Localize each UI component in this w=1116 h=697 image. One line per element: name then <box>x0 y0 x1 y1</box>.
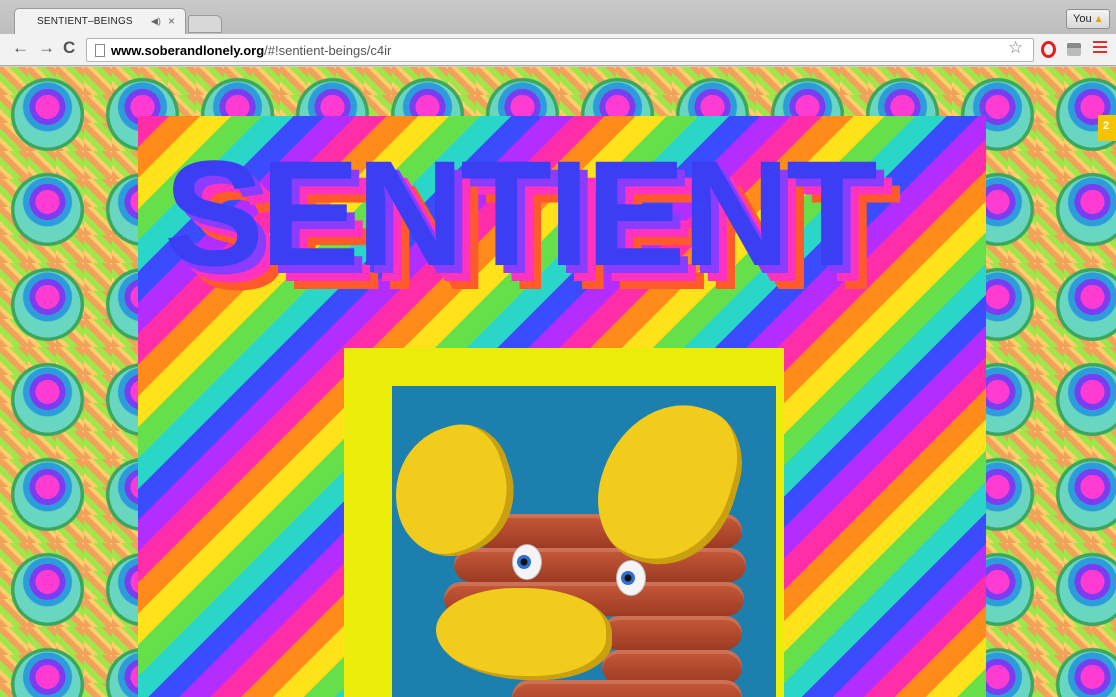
menu-icon[interactable] <box>1093 41 1107 55</box>
url-path: /#!sentient-beings/c4ir <box>264 43 392 58</box>
sausage <box>454 548 746 582</box>
extension-icon[interactable] <box>1067 43 1081 56</box>
new-tab-button[interactable] <box>188 15 222 33</box>
url-host: www.soberandlonely.org <box>111 43 265 58</box>
url-text: www.soberandlonely.org/#!sentient-beings… <box>111 43 391 58</box>
tab-strip: SENTIENT–BEINGS ◀︎) × You ▲ <box>0 0 1116 35</box>
page-icon <box>95 44 105 57</box>
sausage <box>512 680 742 697</box>
close-icon[interactable]: × <box>168 14 175 28</box>
sausage <box>602 650 742 684</box>
back-button[interactable]: ← <box>12 38 29 58</box>
sausage <box>602 616 742 650</box>
food-photo <box>392 386 776 697</box>
page-background: 2 SENTIENT <box>0 67 1116 697</box>
googly-eye-left <box>512 544 542 580</box>
browser-toolbar: ← → C www.soberandlonely.org/#!sentient-… <box>0 34 1116 66</box>
poster-title: SENTIENT <box>164 129 878 297</box>
profile-label: You <box>1073 13 1092 25</box>
profile-button[interactable]: You ▲ <box>1066 9 1110 29</box>
banana-mouth <box>436 588 612 680</box>
notification-badge[interactable]: 2 <box>1098 115 1116 141</box>
poster-image: SENTIENT <box>138 116 986 697</box>
warning-icon: ▲ <box>1093 14 1104 25</box>
forward-button[interactable]: → <box>38 38 55 58</box>
browser-tab[interactable]: SENTIENT–BEINGS ◀︎) × <box>14 8 186 35</box>
tab-title: SENTIENT–BEINGS <box>37 16 133 27</box>
opera-extension-icon[interactable] <box>1041 41 1056 58</box>
address-bar[interactable]: www.soberandlonely.org/#!sentient-beings… <box>86 38 1034 62</box>
reload-button[interactable]: C <box>63 38 75 58</box>
bookmark-star-icon[interactable]: ☆ <box>1008 38 1023 58</box>
googly-eye-right <box>616 560 646 596</box>
speaker-icon[interactable]: ◀︎) <box>151 16 161 27</box>
